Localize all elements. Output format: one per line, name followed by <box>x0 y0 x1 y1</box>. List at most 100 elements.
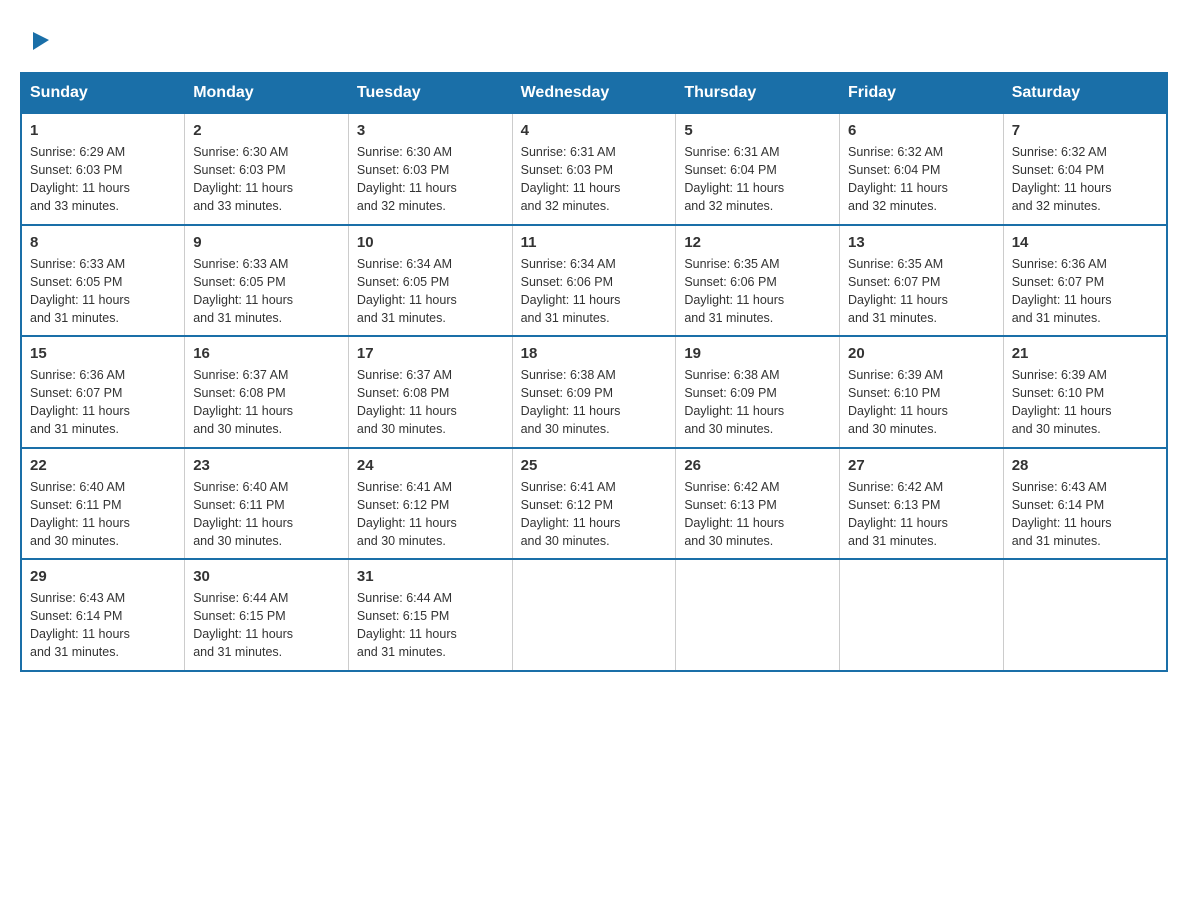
day-info: Sunrise: 6:44 AM Sunset: 6:15 PM Dayligh… <box>357 589 504 662</box>
day-info: Sunrise: 6:40 AM Sunset: 6:11 PM Dayligh… <box>30 478 176 551</box>
calendar-cell <box>512 559 676 671</box>
day-info: Sunrise: 6:30 AM Sunset: 6:03 PM Dayligh… <box>193 143 340 216</box>
day-number: 19 <box>684 345 831 362</box>
calendar-cell: 28 Sunrise: 6:43 AM Sunset: 6:14 PM Dayli… <box>1003 448 1167 560</box>
day-number: 26 <box>684 457 831 474</box>
calendar-cell: 9Sunrise: 6:33 AM Sunset: 6:05 PM Daylig… <box>185 225 349 337</box>
day-number: 20 <box>848 345 995 362</box>
day-number: 3 <box>357 122 504 139</box>
calendar-header-saturday: Saturday <box>1003 73 1167 113</box>
day-number: 15 <box>30 345 176 362</box>
day-number: 4 <box>521 122 668 139</box>
day-info: Sunrise: 6:39 AM Sunset: 6:10 PM Dayligh… <box>1012 366 1158 439</box>
day-number: 30 <box>193 568 340 585</box>
day-number: 7 <box>1012 122 1158 139</box>
day-number: 14 <box>1012 234 1158 251</box>
day-info: Sunrise: 6:31 AM Sunset: 6:04 PM Dayligh… <box>684 143 831 216</box>
day-info: Sunrise: 6:32 AM Sunset: 6:04 PM Dayligh… <box>1012 143 1158 216</box>
day-info: Sunrise: 6:31 AM Sunset: 6:03 PM Dayligh… <box>521 143 668 216</box>
calendar-cell: 10Sunrise: 6:34 AM Sunset: 6:05 PM Dayli… <box>348 225 512 337</box>
calendar-cell: 25 Sunrise: 6:41 AM Sunset: 6:12 PM Dayli… <box>512 448 676 560</box>
calendar-cell: 14 Sunrise: 6:36 AM Sunset: 6:07 PM Dayli… <box>1003 225 1167 337</box>
calendar-cell: 2 Sunrise: 6:30 AM Sunset: 6:03 PM Daylig… <box>185 113 349 225</box>
day-number: 12 <box>684 234 831 251</box>
calendar-cell: 15 Sunrise: 6:36 AM Sunset: 6:07 PM Dayli… <box>21 336 185 448</box>
day-info: Sunrise: 6:38 AM Sunset: 6:09 PM Dayligh… <box>684 366 831 439</box>
day-info: Sunrise: 6:33 AM Sunset: 6:05 PM Dayligh… <box>30 255 176 328</box>
day-number: 18 <box>521 345 668 362</box>
calendar-week-row: 22 Sunrise: 6:40 AM Sunset: 6:11 PM Dayli… <box>21 448 1167 560</box>
calendar-cell: 6 Sunrise: 6:32 AM Sunset: 6:04 PM Daylig… <box>840 113 1004 225</box>
calendar-header-friday: Friday <box>840 73 1004 113</box>
day-number: 5 <box>684 122 831 139</box>
calendar-cell: 7 Sunrise: 6:32 AM Sunset: 6:04 PM Daylig… <box>1003 113 1167 225</box>
calendar-cell: 13Sunrise: 6:35 AM Sunset: 6:07 PM Dayli… <box>840 225 1004 337</box>
day-info: Sunrise: 6:32 AM Sunset: 6:04 PM Dayligh… <box>848 143 995 216</box>
calendar-cell: 31Sunrise: 6:44 AM Sunset: 6:15 PM Dayli… <box>348 559 512 671</box>
calendar-cell: 17Sunrise: 6:37 AM Sunset: 6:08 PM Dayli… <box>348 336 512 448</box>
calendar-cell: 27Sunrise: 6:42 AM Sunset: 6:13 PM Dayli… <box>840 448 1004 560</box>
day-info: Sunrise: 6:34 AM Sunset: 6:05 PM Dayligh… <box>357 255 504 328</box>
day-number: 29 <box>30 568 176 585</box>
day-number: 16 <box>193 345 340 362</box>
calendar-cell: 16Sunrise: 6:37 AM Sunset: 6:08 PM Dayli… <box>185 336 349 448</box>
calendar-cell <box>676 559 840 671</box>
day-number: 28 <box>1012 457 1158 474</box>
calendar-cell: 8 Sunrise: 6:33 AM Sunset: 6:05 PM Daylig… <box>21 225 185 337</box>
calendar-cell: 24 Sunrise: 6:41 AM Sunset: 6:12 PM Dayli… <box>348 448 512 560</box>
day-info: Sunrise: 6:30 AM Sunset: 6:03 PM Dayligh… <box>357 143 504 216</box>
calendar-cell: 29 Sunrise: 6:43 AM Sunset: 6:14 PM Dayli… <box>21 559 185 671</box>
calendar-header-monday: Monday <box>185 73 349 113</box>
logo-flag-icon <box>31 30 53 52</box>
calendar-header-wednesday: Wednesday <box>512 73 676 113</box>
day-number: 22 <box>30 457 176 474</box>
calendar-header-thursday: Thursday <box>676 73 840 113</box>
day-info: Sunrise: 6:43 AM Sunset: 6:14 PM Dayligh… <box>1012 478 1158 551</box>
day-info: Sunrise: 6:37 AM Sunset: 6:08 PM Dayligh… <box>357 366 504 439</box>
calendar-week-row: 8 Sunrise: 6:33 AM Sunset: 6:05 PM Daylig… <box>21 225 1167 337</box>
day-number: 9 <box>193 234 340 251</box>
day-info: Sunrise: 6:35 AM Sunset: 6:06 PM Dayligh… <box>684 255 831 328</box>
calendar-cell: 19 Sunrise: 6:38 AM Sunset: 6:09 PM Dayli… <box>676 336 840 448</box>
calendar-cell: 18 Sunrise: 6:38 AM Sunset: 6:09 PM Dayli… <box>512 336 676 448</box>
calendar-cell: 5 Sunrise: 6:31 AM Sunset: 6:04 PM Daylig… <box>676 113 840 225</box>
day-info: Sunrise: 6:35 AM Sunset: 6:07 PM Dayligh… <box>848 255 995 328</box>
calendar-cell <box>1003 559 1167 671</box>
day-info: Sunrise: 6:39 AM Sunset: 6:10 PM Dayligh… <box>848 366 995 439</box>
day-number: 24 <box>357 457 504 474</box>
day-number: 23 <box>193 457 340 474</box>
day-number: 6 <box>848 122 995 139</box>
day-info: Sunrise: 6:36 AM Sunset: 6:07 PM Dayligh… <box>30 366 176 439</box>
logo <box>30 30 54 52</box>
day-info: Sunrise: 6:29 AM Sunset: 6:03 PM Dayligh… <box>30 143 176 216</box>
calendar-cell: 1 Sunrise: 6:29 AM Sunset: 6:03 PM Daylig… <box>21 113 185 225</box>
calendar-cell <box>840 559 1004 671</box>
day-info: Sunrise: 6:42 AM Sunset: 6:13 PM Dayligh… <box>684 478 831 551</box>
calendar-header-tuesday: Tuesday <box>348 73 512 113</box>
calendar-cell: 20 Sunrise: 6:39 AM Sunset: 6:10 PM Dayli… <box>840 336 1004 448</box>
day-number: 25 <box>521 457 668 474</box>
day-number: 11 <box>521 234 668 251</box>
day-number: 2 <box>193 122 340 139</box>
day-info: Sunrise: 6:41 AM Sunset: 6:12 PM Dayligh… <box>357 478 504 551</box>
day-info: Sunrise: 6:34 AM Sunset: 6:06 PM Dayligh… <box>521 255 668 328</box>
day-number: 21 <box>1012 345 1158 362</box>
calendar-cell: 26 Sunrise: 6:42 AM Sunset: 6:13 PM Dayli… <box>676 448 840 560</box>
calendar-cell: 23 Sunrise: 6:40 AM Sunset: 6:11 PM Dayli… <box>185 448 349 560</box>
day-info: Sunrise: 6:36 AM Sunset: 6:07 PM Dayligh… <box>1012 255 1158 328</box>
calendar-week-row: 29 Sunrise: 6:43 AM Sunset: 6:14 PM Dayli… <box>21 559 1167 671</box>
day-number: 1 <box>30 122 176 139</box>
page-header <box>20 20 1168 52</box>
day-info: Sunrise: 6:38 AM Sunset: 6:09 PM Dayligh… <box>521 366 668 439</box>
day-number: 8 <box>30 234 176 251</box>
calendar-cell: 21 Sunrise: 6:39 AM Sunset: 6:10 PM Dayli… <box>1003 336 1167 448</box>
day-info: Sunrise: 6:43 AM Sunset: 6:14 PM Dayligh… <box>30 589 176 662</box>
day-info: Sunrise: 6:44 AM Sunset: 6:15 PM Dayligh… <box>193 589 340 662</box>
day-info: Sunrise: 6:41 AM Sunset: 6:12 PM Dayligh… <box>521 478 668 551</box>
calendar-table: SundayMondayTuesdayWednesdayThursdayFrid… <box>20 72 1168 672</box>
calendar-cell: 30 Sunrise: 6:44 AM Sunset: 6:15 PM Dayli… <box>185 559 349 671</box>
calendar-cell: 12 Sunrise: 6:35 AM Sunset: 6:06 PM Dayli… <box>676 225 840 337</box>
calendar-cell: 3 Sunrise: 6:30 AM Sunset: 6:03 PM Daylig… <box>348 113 512 225</box>
day-info: Sunrise: 6:40 AM Sunset: 6:11 PM Dayligh… <box>193 478 340 551</box>
calendar-week-row: 1 Sunrise: 6:29 AM Sunset: 6:03 PM Daylig… <box>21 113 1167 225</box>
